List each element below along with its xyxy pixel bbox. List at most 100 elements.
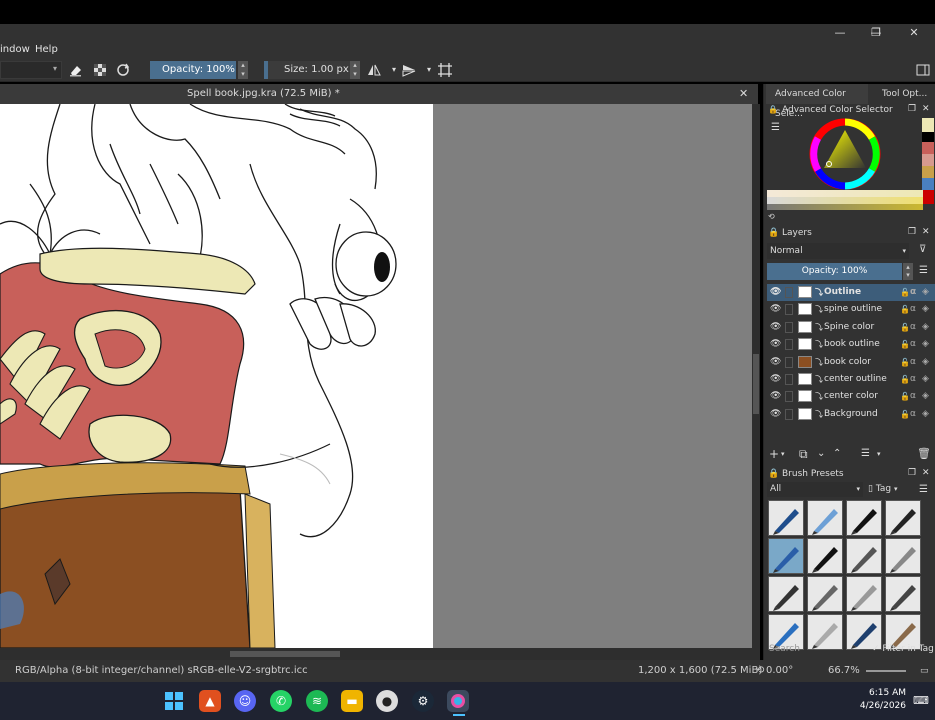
brush-preset-tile[interactable] [846, 538, 882, 574]
steam-icon[interactable]: ⚙ [412, 690, 434, 712]
color-wheel[interactable] [809, 118, 881, 190]
fit-icon[interactable]: ▭ [920, 660, 929, 682]
visibility-eye-icon[interactable]: 👁 [770, 336, 781, 353]
brush-search-input[interactable]: Search [767, 642, 867, 656]
visibility-eye-icon[interactable]: 👁 [770, 371, 781, 388]
canvas-vertical-scrollbar[interactable] [752, 104, 760, 648]
brave-browser-icon[interactable]: ▲ [199, 690, 221, 712]
document-tab[interactable]: Spell book.jpg.kra (72.5 MiB) * [187, 84, 340, 104]
layer-row[interactable]: 👁 ⤵ Spine color 🔓 α ◈ [767, 319, 935, 336]
color-settings-icon[interactable]: ☰ [771, 122, 780, 133]
layer-row[interactable]: 👁 ⤵ center outline 🔓 α ◈ [767, 371, 935, 388]
visibility-eye-icon[interactable]: 👁 [770, 301, 781, 318]
chevron-down-icon[interactable]: ▾ [877, 446, 881, 462]
canvas-horizontal-scrollbar[interactable] [0, 648, 760, 660]
blend-mode-select[interactable]: Normal ▾ [767, 243, 909, 259]
visibility-eye-icon[interactable]: 👁 [770, 406, 781, 423]
inherit-alpha-icon[interactable]: ◈ [922, 406, 929, 423]
menu-window[interactable]: indow [0, 42, 30, 58]
layer-opacity-spinner[interactable]: ▴ ▾ [903, 263, 913, 280]
close-panel-icon[interactable]: ✕ [922, 468, 930, 478]
canvas-viewport[interactable] [0, 104, 752, 648]
layer-checkbox[interactable] [785, 391, 793, 403]
krita-icon[interactable] [447, 690, 469, 712]
close-document-icon[interactable]: ✕ [739, 84, 748, 104]
layer-name[interactable]: Background [824, 406, 878, 423]
wrap-around-icon[interactable] [437, 62, 453, 78]
lock-icon[interactable]: 🔒 [768, 228, 779, 238]
inherit-alpha-icon[interactable]: ◈ [922, 336, 929, 353]
float-panel-icon[interactable]: ❐ [908, 104, 916, 114]
tab-advanced-color-selector[interactable]: Advanced Color Sele... [766, 84, 868, 119]
inherit-alpha-icon[interactable]: ◈ [922, 354, 929, 371]
filter-in-tag-checkbox[interactable]: ✓ Filter in Tag [872, 642, 934, 656]
brush-filter-select[interactable]: All ▾ [767, 482, 863, 497]
brush-preset-combo[interactable]: ▾ [0, 61, 62, 79]
brush-preset-tile[interactable] [885, 538, 921, 574]
layer-row[interactable]: 👁 ⤵ book outline 🔓 α ◈ [767, 336, 935, 353]
mirror-horizontal-icon[interactable] [366, 62, 382, 78]
layer-row[interactable]: 👁 ⤵ center color 🔓 α ◈ [767, 388, 935, 405]
alpha-icon[interactable]: α [910, 406, 916, 423]
brush-preset-tile[interactable] [807, 538, 843, 574]
layer-name[interactable]: center outline [824, 371, 887, 388]
reset-color-icon[interactable]: ⟲ [768, 212, 775, 221]
layer-name[interactable]: center color [824, 388, 878, 405]
layer-lock-icon[interactable]: 🔓 [900, 388, 910, 405]
float-panel-icon[interactable]: ❐ [908, 227, 916, 237]
layer-opacity-slider[interactable]: Opacity: 100% [767, 263, 902, 280]
brush-preset-tile[interactable] [846, 500, 882, 536]
layer-name[interactable]: spine outline [824, 301, 882, 318]
layer-checkbox[interactable] [785, 356, 793, 368]
rotate-icon[interactable]: ⟲ [756, 660, 764, 682]
notification-icon[interactable]: ⌨ [910, 690, 932, 712]
alpha-icon[interactable]: α [910, 371, 916, 388]
layer-row[interactable]: 👁 ⤵ Background 🔓 α ◈ [767, 406, 935, 423]
scroll-thumb[interactable] [753, 354, 759, 414]
size-slider[interactable]: Size: 1.00 px [264, 61, 360, 79]
close-panel-icon[interactable]: ✕ [922, 104, 930, 114]
brush-preset-tile[interactable] [807, 576, 843, 612]
alpha-icon[interactable]: α [910, 319, 916, 336]
inherit-alpha-icon[interactable]: ◈ [922, 301, 929, 318]
move-down-icon[interactable]: ⌄ [817, 446, 825, 462]
layer-checkbox[interactable] [785, 321, 793, 333]
spotify-icon[interactable]: ≋ [306, 690, 328, 712]
layer-lock-icon[interactable]: 🔓 [900, 284, 910, 301]
layer-checkbox[interactable] [785, 408, 793, 420]
clock[interactable]: 6:15 AM 4/26/2026 [856, 687, 906, 713]
brush-preset-tile[interactable] [768, 538, 804, 574]
brush-preset-tile[interactable] [885, 500, 921, 536]
layer-name[interactable]: book color [824, 354, 871, 371]
visibility-eye-icon[interactable]: 👁 [770, 319, 781, 336]
layer-lock-icon[interactable]: 🔓 [900, 336, 910, 353]
layer-name[interactable]: book outline [824, 336, 880, 353]
tab-tool-options[interactable]: Tool Opt... [882, 84, 927, 104]
menu-help[interactable]: Help [35, 42, 58, 58]
lock-icon[interactable]: 🔒 [768, 469, 779, 479]
layer-row[interactable]: 👁 ⤵ spine outline 🔓 α ◈ [767, 301, 935, 318]
move-up-icon[interactable]: ⌃ [833, 446, 841, 462]
layer-lock-icon[interactable]: 🔓 [900, 354, 910, 371]
visibility-eye-icon[interactable]: 👁 [770, 388, 781, 405]
layer-lock-icon[interactable]: 🔓 [900, 319, 910, 336]
layer-name[interactable]: Outline [824, 284, 861, 301]
color-shade-strips[interactable] [767, 190, 923, 210]
obs-icon[interactable]: ● [376, 690, 398, 712]
menu-icon[interactable]: ☰ [919, 484, 928, 495]
alpha-icon[interactable]: α [910, 301, 916, 318]
add-layer-icon[interactable]: + [769, 446, 779, 462]
close-window-icon[interactable]: ✕ [896, 24, 932, 42]
inherit-alpha-icon[interactable]: ◈ [922, 284, 929, 301]
inherit-alpha-icon[interactable]: ◈ [922, 388, 929, 405]
layer-lock-icon[interactable]: 🔓 [900, 301, 910, 318]
layer-lock-icon[interactable]: 🔓 [900, 371, 910, 388]
layer-checkbox[interactable] [785, 287, 793, 298]
maximize-icon[interactable]: ❐ [858, 24, 894, 42]
tag-button[interactable]: ▯ Tag ▾ [868, 482, 904, 497]
inherit-alpha-icon[interactable]: ◈ [922, 319, 929, 336]
alpha-icon[interactable]: α [910, 284, 916, 301]
color-history-strip[interactable] [922, 118, 934, 218]
opacity-slider[interactable]: Opacity: 100% [150, 61, 236, 79]
minimize-icon[interactable]: — [822, 24, 858, 42]
